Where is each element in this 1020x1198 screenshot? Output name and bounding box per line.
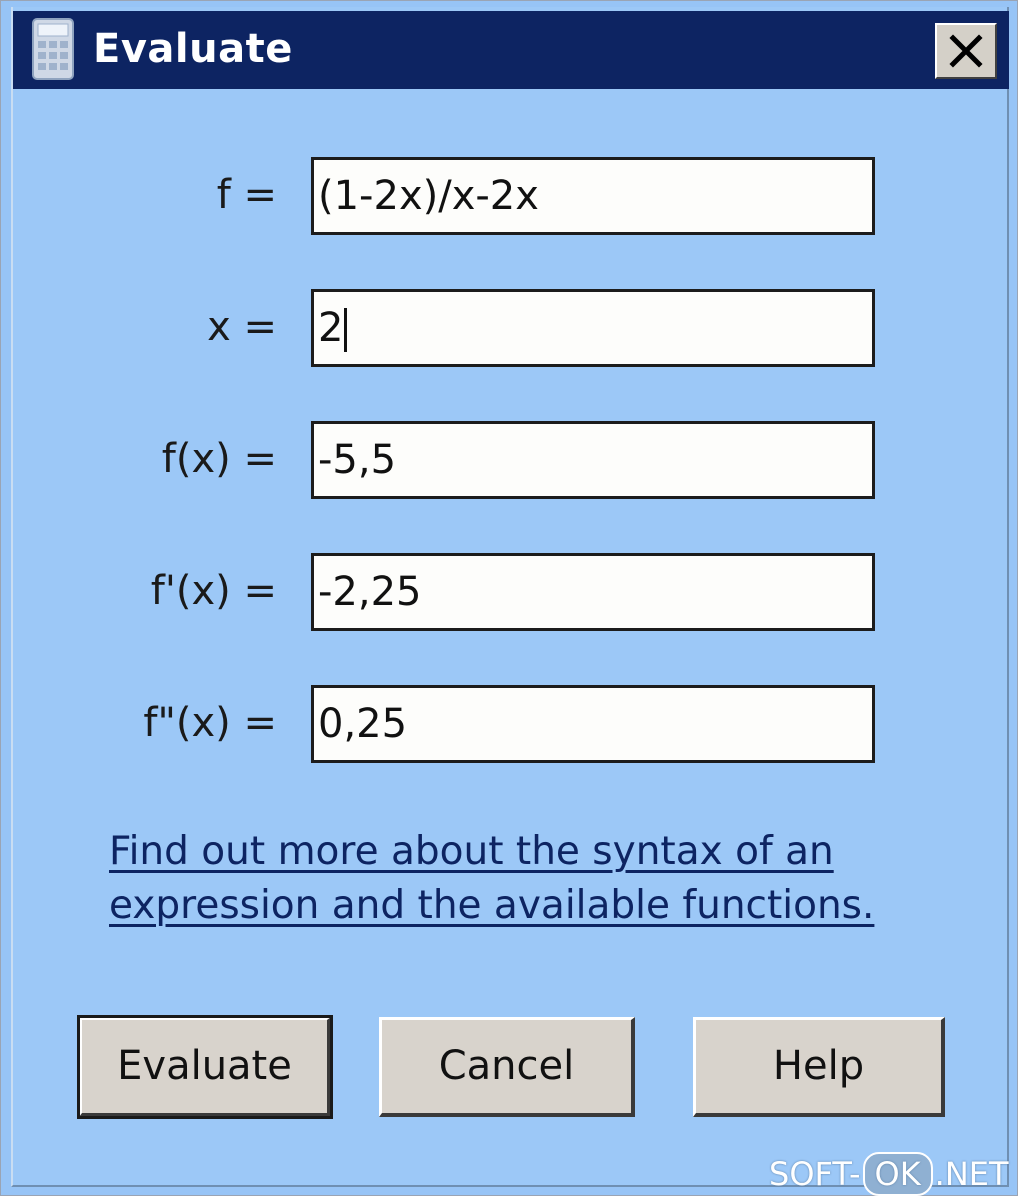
x-value: 2 xyxy=(318,305,344,351)
second-derivative-value: 0,25 xyxy=(318,701,408,747)
watermark-badge: OK xyxy=(862,1152,933,1196)
calculator-icon xyxy=(32,18,74,80)
fx-output[interactable]: -5,5 xyxy=(311,421,875,499)
function-value: (1-2x)/x-2x xyxy=(318,173,539,219)
second-derivative-label: f"(x) = xyxy=(143,700,277,746)
function-input[interactable]: (1-2x)/x-2x xyxy=(311,157,875,235)
cancel-button[interactable]: Cancel xyxy=(379,1017,635,1117)
watermark-right: .NET xyxy=(934,1155,1009,1193)
x-label: x = xyxy=(207,304,277,350)
syntax-help-link-line2: expression and the available functions. xyxy=(109,883,875,928)
first-derivative-output[interactable]: -2,25 xyxy=(311,553,875,631)
syntax-help-link-line1: Find out more about the syntax of an xyxy=(109,829,834,874)
dialog-title: Evaluate xyxy=(93,26,293,72)
first-derivative-value: -2,25 xyxy=(318,569,422,615)
close-icon xyxy=(949,34,983,68)
evaluate-dialog: Evaluate f = (1-2x)/x-2x x = 2 f(x) = -5… xyxy=(0,0,1018,1196)
x-input[interactable]: 2 xyxy=(311,289,875,367)
watermark-left: SOFT- xyxy=(769,1155,861,1193)
watermark: SOFT- OK .NET xyxy=(769,1149,1009,1198)
title-bar[interactable]: Evaluate xyxy=(13,11,1009,89)
close-button[interactable] xyxy=(935,23,997,79)
fx-value: -5,5 xyxy=(318,437,397,483)
second-derivative-output[interactable]: 0,25 xyxy=(311,685,875,763)
evaluate-button[interactable]: Evaluate xyxy=(77,1015,333,1119)
text-caret xyxy=(344,308,348,352)
syntax-help-link[interactable]: Find out more about the syntax of an exp… xyxy=(109,825,909,933)
f-label: f = xyxy=(216,172,277,218)
help-button[interactable]: Help xyxy=(693,1017,945,1117)
first-derivative-label: f'(x) = xyxy=(150,568,277,614)
fx-label: f(x) = xyxy=(161,436,277,482)
